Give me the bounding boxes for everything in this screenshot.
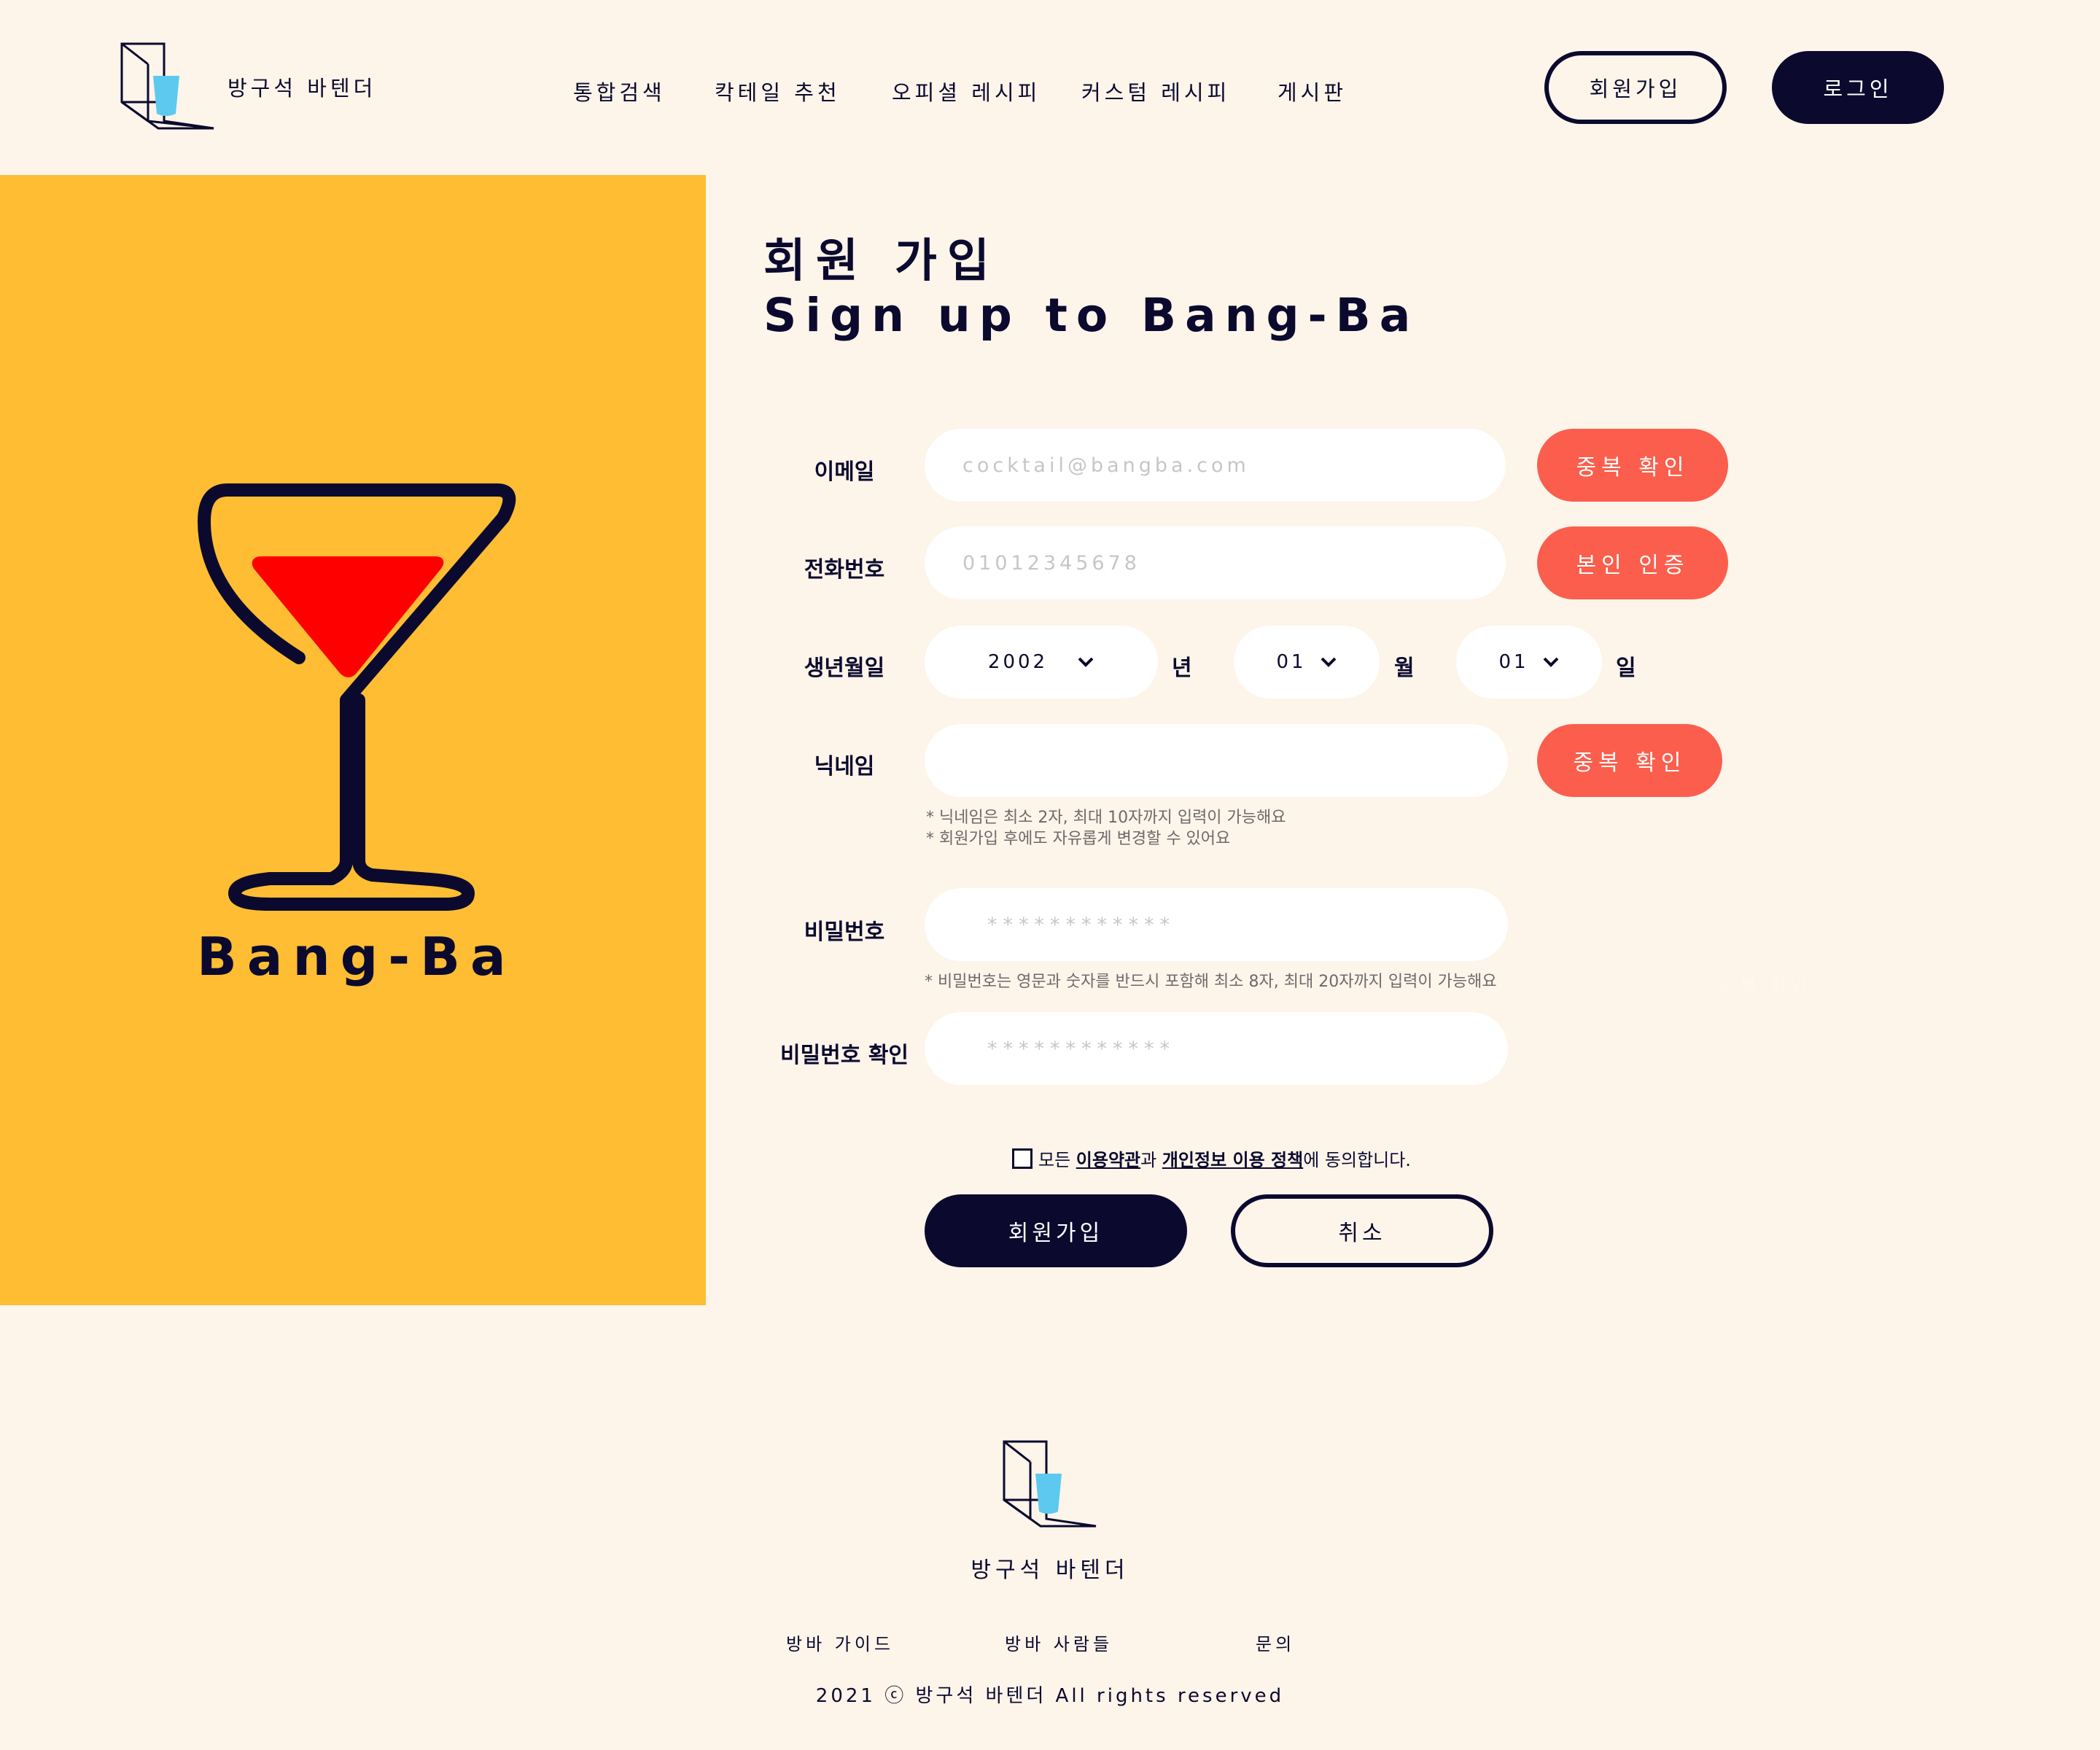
hidden-duplicate-check-button: 중복 확인 bbox=[1719, 976, 1811, 996]
footer-link-contact[interactable]: 문의 bbox=[1256, 1630, 1295, 1655]
birth-label: 생년월일 bbox=[804, 656, 885, 681]
nav-item-search[interactable]: 통합검색 bbox=[573, 76, 666, 106]
nickname-label: 닉네임 bbox=[814, 754, 875, 779]
nickname-input[interactable] bbox=[925, 724, 1508, 797]
nickname-hint-1: * 닉네임은 최소 2자, 최대 10자까지 입력이 가능해요 bbox=[926, 809, 1286, 827]
footer-brand-name: 방구석 바텐더 bbox=[971, 1558, 1129, 1583]
year-unit: 년 bbox=[1172, 656, 1192, 681]
nickname-hint-2: * 회원가입 후에도 자유롭게 변경할 수 있어요 bbox=[926, 830, 1231, 848]
birth-day-select[interactable]: 01 bbox=[1456, 626, 1602, 699]
agree-text-mid: 과 bbox=[1140, 1150, 1162, 1170]
header-brand-name[interactable]: 방구석 바텐더 bbox=[228, 71, 376, 102]
privacy-policy-link[interactable]: 개인정보 이용 정책 bbox=[1162, 1150, 1303, 1170]
chevron-down-icon bbox=[1321, 657, 1336, 667]
agree-text-post: 에 동의합니다. bbox=[1303, 1150, 1411, 1170]
password-hint: * 비밀번호는 영문과 숫자를 반드시 포함해 최소 8자, 최대 20자까지 … bbox=[925, 973, 1497, 991]
footer-link-guide[interactable]: 방바 가이드 bbox=[786, 1630, 894, 1655]
email-label: 이메일 bbox=[814, 459, 875, 485]
nav-item-custom-recipe[interactable]: 커스텀 레시피 bbox=[1081, 76, 1230, 106]
hero-brand-name: Bang-Ba bbox=[197, 926, 516, 987]
phone-label: 전화번호 bbox=[804, 557, 885, 583]
footer-link-people[interactable]: 방바 사람들 bbox=[1005, 1630, 1113, 1655]
day-unit: 일 bbox=[1616, 656, 1636, 681]
agree-text-pre: 모든 bbox=[1038, 1150, 1076, 1170]
birth-year-select[interactable]: 2002 bbox=[925, 626, 1158, 699]
chevron-down-icon bbox=[1078, 657, 1094, 667]
nav-item-board[interactable]: 게시판 bbox=[1278, 76, 1347, 106]
phone-verify-button[interactable]: 본인 인증 bbox=[1537, 526, 1728, 599]
header-login-button[interactable]: 로그인 bbox=[1772, 51, 1944, 124]
email-input[interactable]: cocktail@bangba.com bbox=[925, 429, 1506, 502]
month-unit: 월 bbox=[1394, 656, 1415, 681]
birth-month-select[interactable]: 01 bbox=[1234, 626, 1380, 699]
terms-link[interactable]: 이용약관 bbox=[1076, 1150, 1140, 1170]
email-duplicate-check-button[interactable]: 중복 확인 bbox=[1537, 429, 1728, 502]
header-signup-button[interactable]: 회원가입 bbox=[1544, 51, 1727, 124]
footer-logo-icon bbox=[1003, 1440, 1097, 1528]
password-confirm-input[interactable]: ************ bbox=[925, 1012, 1508, 1085]
nickname-duplicate-check-button[interactable]: 중복 확인 bbox=[1537, 724, 1722, 797]
brand-logo-icon[interactable] bbox=[120, 42, 215, 130]
password-confirm-label: 비밀번호 확인 bbox=[779, 1043, 909, 1068]
page-subtitle: Sign up to Bang-Ba bbox=[763, 289, 1420, 342]
phone-input[interactable]: 01012345678 bbox=[925, 526, 1506, 599]
submit-signup-button[interactable]: 회원가입 bbox=[925, 1194, 1187, 1267]
chevron-down-icon bbox=[1543, 657, 1558, 667]
copyright-text: 2021 ⓒ 방구석 바텐더 All rights reserved bbox=[815, 1685, 1285, 1707]
password-label: 비밀번호 bbox=[804, 919, 885, 945]
page-title: 회원 가입 bbox=[763, 234, 1000, 287]
password-input[interactable]: ************ bbox=[925, 888, 1508, 961]
nav-item-official-recipe[interactable]: 오피셜 레시피 bbox=[892, 76, 1041, 106]
cocktail-glass-icon bbox=[198, 483, 516, 911]
cancel-button[interactable]: 취소 bbox=[1231, 1194, 1493, 1267]
birth-day-value: 01 bbox=[1498, 651, 1529, 673]
birth-year-value: 2002 bbox=[987, 651, 1049, 673]
terms-checkbox[interactable] bbox=[1012, 1148, 1032, 1169]
terms-agreement: 모든 이용약관과 개인정보 이용 정책에 동의합니다. bbox=[1012, 1146, 1411, 1171]
birth-month-value: 01 bbox=[1276, 651, 1307, 673]
nav-item-recommend[interactable]: 칵테일 추천 bbox=[715, 76, 841, 106]
